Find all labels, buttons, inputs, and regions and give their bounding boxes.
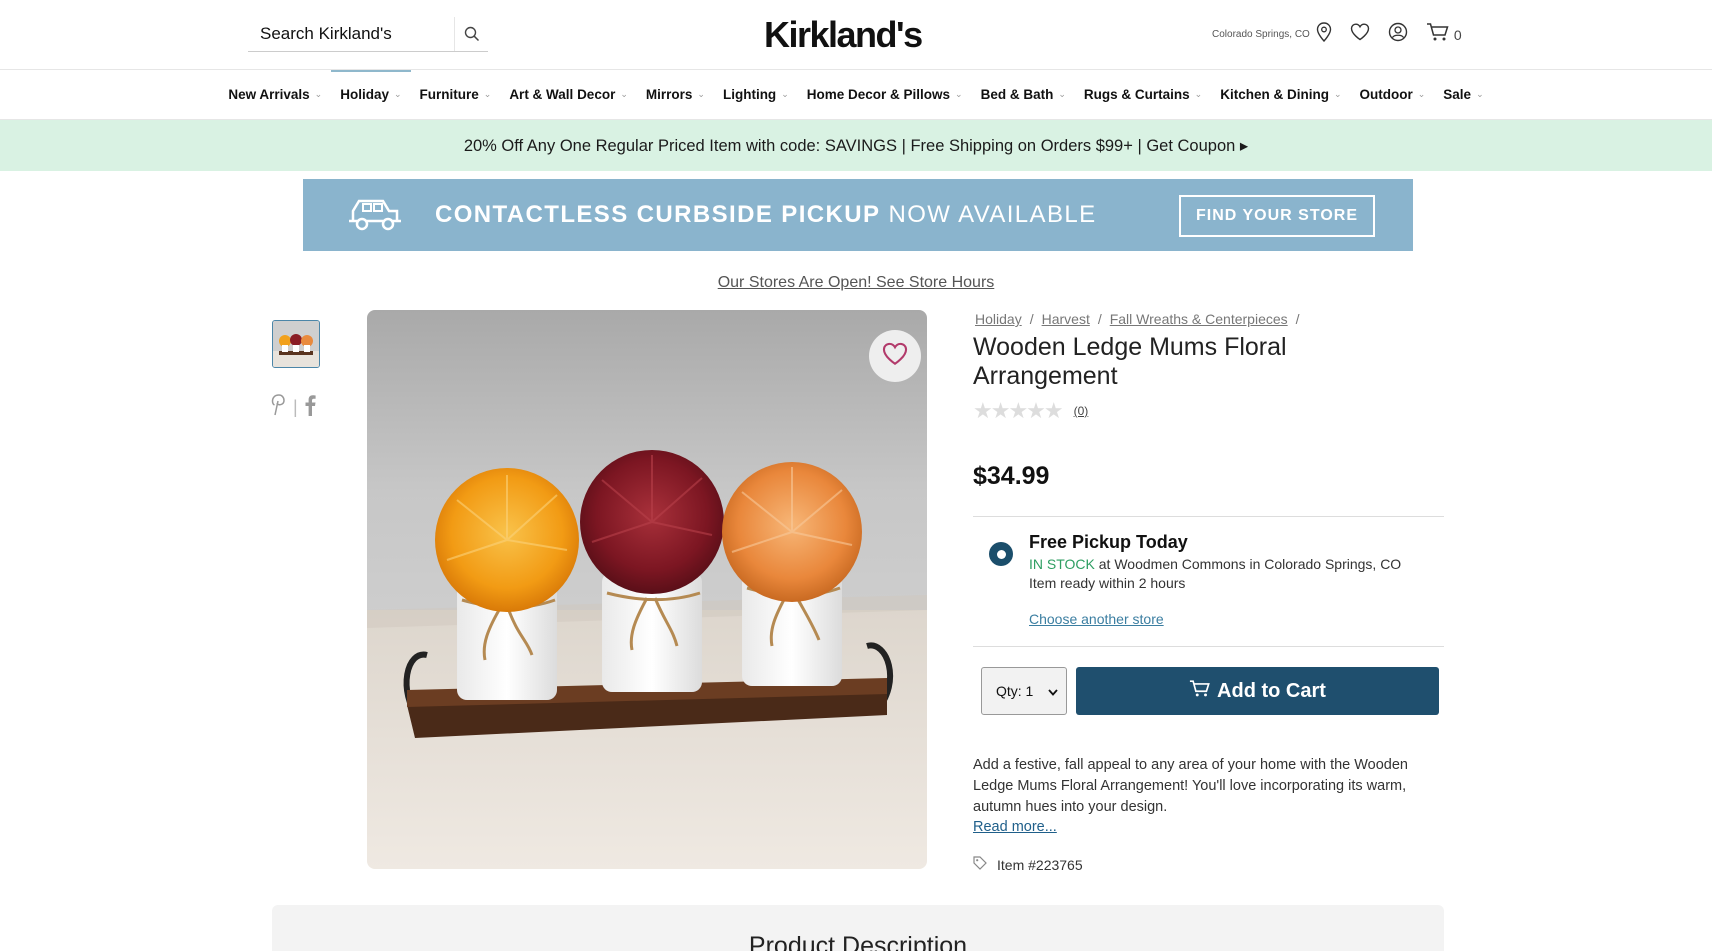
read-more-link[interactable]: Read more... <box>973 819 1057 835</box>
nav-label: Home Decor & Pillows <box>806 87 951 102</box>
pickup-radio[interactable] <box>989 542 1013 566</box>
store-text: at Woodmen Commons in Colorado Springs, … <box>1098 556 1402 572</box>
curbside-banner[interactable]: CONTACTLESS CURBSIDE PICKUP NOW AVAILABL… <box>303 179 1413 251</box>
search-bar[interactable]: Search Kirkland's <box>248 16 488 52</box>
quantity-select[interactable]: Qty: 1 <box>981 667 1067 715</box>
chevron-down-icon: ⌄ <box>1194 89 1203 99</box>
pinterest-icon[interactable] <box>271 394 287 421</box>
site-logo[interactable]: Kirkland's <box>764 14 923 56</box>
product-price: $34.99 <box>973 462 1050 490</box>
search-icon[interactable] <box>454 16 488 51</box>
pickup-title: Free Pickup Today <box>1029 532 1188 552</box>
banner-headline-light: NOW AVAILABLE <box>888 201 1097 228</box>
chevron-down-icon: ⌄ <box>1058 89 1066 99</box>
share-divider: | <box>293 397 298 417</box>
nav-label: Holiday <box>340 87 389 102</box>
add-to-wishlist-button[interactable] <box>869 330 921 382</box>
heart-icon <box>882 342 908 371</box>
facebook-icon[interactable] <box>304 394 316 421</box>
breadcrumb-link[interactable]: Holiday <box>975 311 1022 327</box>
item-number-text: Item #223765 <box>997 856 1083 873</box>
find-your-store-button[interactable]: FIND YOUR STORE <box>1179 195 1375 237</box>
nav-item-sale[interactable]: Sale ⌄ <box>1434 70 1492 120</box>
nav-item-bed-bath[interactable]: Bed & Bath ⌄ <box>972 70 1075 120</box>
nav-item-home-decor-pillows[interactable]: Home Decor & Pillows ⌄ <box>798 70 972 120</box>
add-to-cart-label: Add to Cart <box>1217 679 1326 702</box>
main-nav: New Arrivals ⌄ Holiday ⌄ Furniture ⌄ Art & … <box>0 69 1712 120</box>
choose-another-store-link[interactable]: Choose another store <box>1029 611 1164 627</box>
banner-headline-bold: CONTACTLESS CURBSIDE PICKUP <box>435 201 881 228</box>
stock-status: IN STOCK at Woodmen Commons in Colorado … <box>1029 556 1401 572</box>
search-input[interactable]: Search Kirkland's <box>248 24 454 44</box>
nav-label: Bed & Bath <box>980 87 1054 102</box>
divider <box>973 646 1444 647</box>
site-header: Search Kirkland's Kirkland's Colorado Sp… <box>0 0 1712 70</box>
location-pin-icon[interactable] <box>1316 22 1332 47</box>
quantity-value: Qty: 1 <box>996 683 1034 699</box>
nav-item-art-wall-decor[interactable]: Art & Wall Decor ⌄ <box>500 70 637 120</box>
chevron-down-icon: ⌄ <box>483 89 492 99</box>
share-links: | <box>271 394 316 421</box>
banner-headline: CONTACTLESS CURBSIDE PICKUP NOW AVAILABL… <box>435 201 1097 229</box>
cart-count: 0 <box>1453 26 1462 43</box>
ready-time: Item ready within 2 hours <box>1029 575 1186 591</box>
wishlist-heart-icon[interactable] <box>1350 23 1370 46</box>
breadcrumb-link[interactable]: Harvest <box>1042 311 1090 327</box>
nav-item-holiday[interactable]: Holiday ⌄ <box>331 69 411 120</box>
promo-bar[interactable]: 20% Off Any One Regular Priced Item with… <box>0 120 1712 171</box>
nav-item-lighting[interactable]: Lighting ⌄ <box>714 70 798 120</box>
nav-label: Lighting <box>722 87 777 102</box>
chevron-down-icon: ⌄ <box>620 89 628 99</box>
header-actions: Colorado Springs, CO 0 <box>1212 22 1462 47</box>
product-description-heading[interactable]: Product Description <box>272 932 1444 951</box>
add-to-cart-button[interactable]: Add to Cart <box>1076 667 1439 715</box>
nav-label: Kitchen & Dining <box>1220 87 1329 102</box>
nav-item-new-arrivals[interactable]: New Arrivals ⌄ <box>219 70 331 120</box>
product-thumbnail[interactable] <box>272 320 320 368</box>
nav-item-outdoor[interactable]: Outdoor ⌄ <box>1351 70 1435 120</box>
cart-icon[interactable] <box>1426 22 1450 47</box>
nav-label: Sale <box>1443 87 1472 102</box>
product-description-section: Product Description <box>272 905 1444 951</box>
review-count-link[interactable]: (0) <box>1074 404 1089 418</box>
product-title: Wooden Ledge Mums Floral Arrangement <box>973 333 1287 390</box>
in-stock-badge: IN STOCK <box>1029 556 1095 572</box>
item-number: Item #223765 <box>973 856 1083 873</box>
divider <box>973 516 1444 517</box>
product-short-description: Add a festive, fall appeal to any area o… <box>973 757 1408 815</box>
chevron-down-icon: ⌄ <box>1417 89 1426 99</box>
chevron-down-icon: ⌄ <box>1476 89 1484 99</box>
chevron-down-icon: ⌄ <box>697 89 705 99</box>
nav-label: Rugs & Curtains <box>1083 87 1190 102</box>
nav-item-mirrors[interactable]: Mirrors ⌄ <box>637 70 714 120</box>
nav-item-rugs-curtains[interactable]: Rugs & Curtains ⌄ <box>1075 70 1211 120</box>
account-icon[interactable] <box>1388 22 1408 47</box>
nav-label: Outdoor <box>1359 87 1413 102</box>
breadcrumb-separator: / <box>1097 311 1102 327</box>
breadcrumb-separator: / <box>1029 311 1034 327</box>
nav-label: Mirrors <box>645 87 693 102</box>
store-location-text[interactable]: Colorado Springs, CO <box>1212 29 1310 40</box>
tag-icon <box>973 856 987 873</box>
star-rating-icon: ★★★★★ <box>973 398 1064 423</box>
cart-icon <box>1189 679 1211 704</box>
breadcrumb-separator: / <box>1295 311 1300 327</box>
nav-label: New Arrivals <box>228 87 310 102</box>
breadcrumb: Holiday / Harvest / Fall Wreaths & Centerp… <box>975 311 1300 327</box>
nav-label: Furniture <box>419 87 479 102</box>
nav-label: Art & Wall Decor <box>509 87 616 102</box>
nav-item-kitchen-dining[interactable]: Kitchen & Dining ⌄ <box>1211 70 1350 120</box>
chevron-down-icon: ⌄ <box>1333 89 1342 99</box>
chevron-down-icon: ⌄ <box>393 89 402 99</box>
breadcrumb-link[interactable]: Fall Wreaths & Centerpieces <box>1110 311 1288 327</box>
nav-item-furniture[interactable]: Furniture ⌄ <box>411 70 501 120</box>
chevron-down-icon <box>1048 683 1058 699</box>
store-hours-link[interactable]: Our Stores Are Open! See Store Hours <box>0 274 1712 292</box>
chevron-down-icon: ⌄ <box>781 89 789 99</box>
product-main-image[interactable] <box>367 310 927 869</box>
product-rating[interactable]: ★★★★★ (0) <box>973 398 1088 424</box>
chevron-down-icon: ⌄ <box>314 89 323 99</box>
chevron-down-icon: ⌄ <box>955 89 963 99</box>
truck-icon <box>347 193 403 238</box>
